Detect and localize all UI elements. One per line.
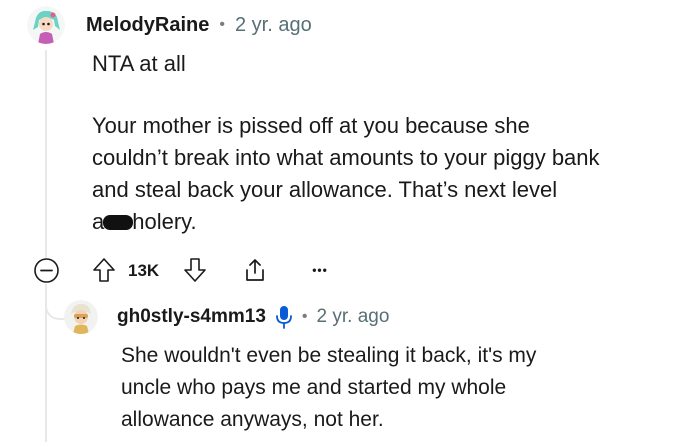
- reply-username[interactable]: gh0stly-s4mm13: [117, 306, 266, 328]
- upvote-icon: [93, 258, 115, 282]
- reply-avatar[interactable]: [64, 300, 98, 334]
- downvote-icon: [184, 258, 206, 282]
- reply-line: allowance anyways, not her.: [121, 408, 384, 431]
- comment-line: couldn’t break into what amounts to your…: [92, 145, 600, 170]
- comment-line: and steal back your allowance. That’s ne…: [92, 177, 558, 202]
- comment-paragraph: NTA at all: [92, 51, 186, 76]
- comment-body: Your mother is pissed off at you because…: [92, 110, 682, 238]
- reply-timestamp[interactable]: 2 yr. ago: [317, 306, 390, 328]
- timestamp[interactable]: 2 yr. ago: [235, 14, 312, 37]
- comment-line: a holery.: [92, 206, 682, 238]
- redaction-mark: [103, 215, 134, 230]
- avatar-image: [27, 6, 65, 44]
- upvote-button[interactable]: [90, 256, 118, 284]
- more-options-button[interactable]: •••: [306, 258, 334, 282]
- share-icon: [246, 259, 264, 281]
- avatar[interactable]: [27, 6, 65, 44]
- reply-body: She wouldn't even be stealing it back, i…: [121, 340, 691, 436]
- vote-count: 13K: [128, 261, 160, 280]
- reply-line: uncle who pays me and started my whole: [121, 376, 507, 399]
- comment-line: Your mother is pissed off at you because…: [92, 113, 530, 138]
- more-icon: •••: [312, 263, 328, 277]
- comment-line-end: holery.: [132, 209, 197, 234]
- share-button[interactable]: [240, 255, 270, 285]
- username[interactable]: MelodyRaine: [86, 14, 209, 37]
- thread-line[interactable]: [45, 50, 47, 258]
- reply-meta-separator: •: [301, 308, 308, 325]
- collapse-icon: [34, 258, 59, 283]
- reply-header: gh0stly-s4mm13 • 2 yr. ago: [117, 304, 389, 330]
- meta-separator: •: [219, 16, 225, 33]
- reply-avatar-image: [64, 300, 98, 334]
- reply-line: She wouldn't even be stealing it back, i…: [121, 344, 537, 367]
- comment-header: MelodyRaine • 2 yr. ago: [86, 11, 312, 39]
- microphone-icon: [276, 306, 292, 329]
- downvote-button[interactable]: [181, 256, 209, 284]
- collapse-button[interactable]: [33, 257, 60, 284]
